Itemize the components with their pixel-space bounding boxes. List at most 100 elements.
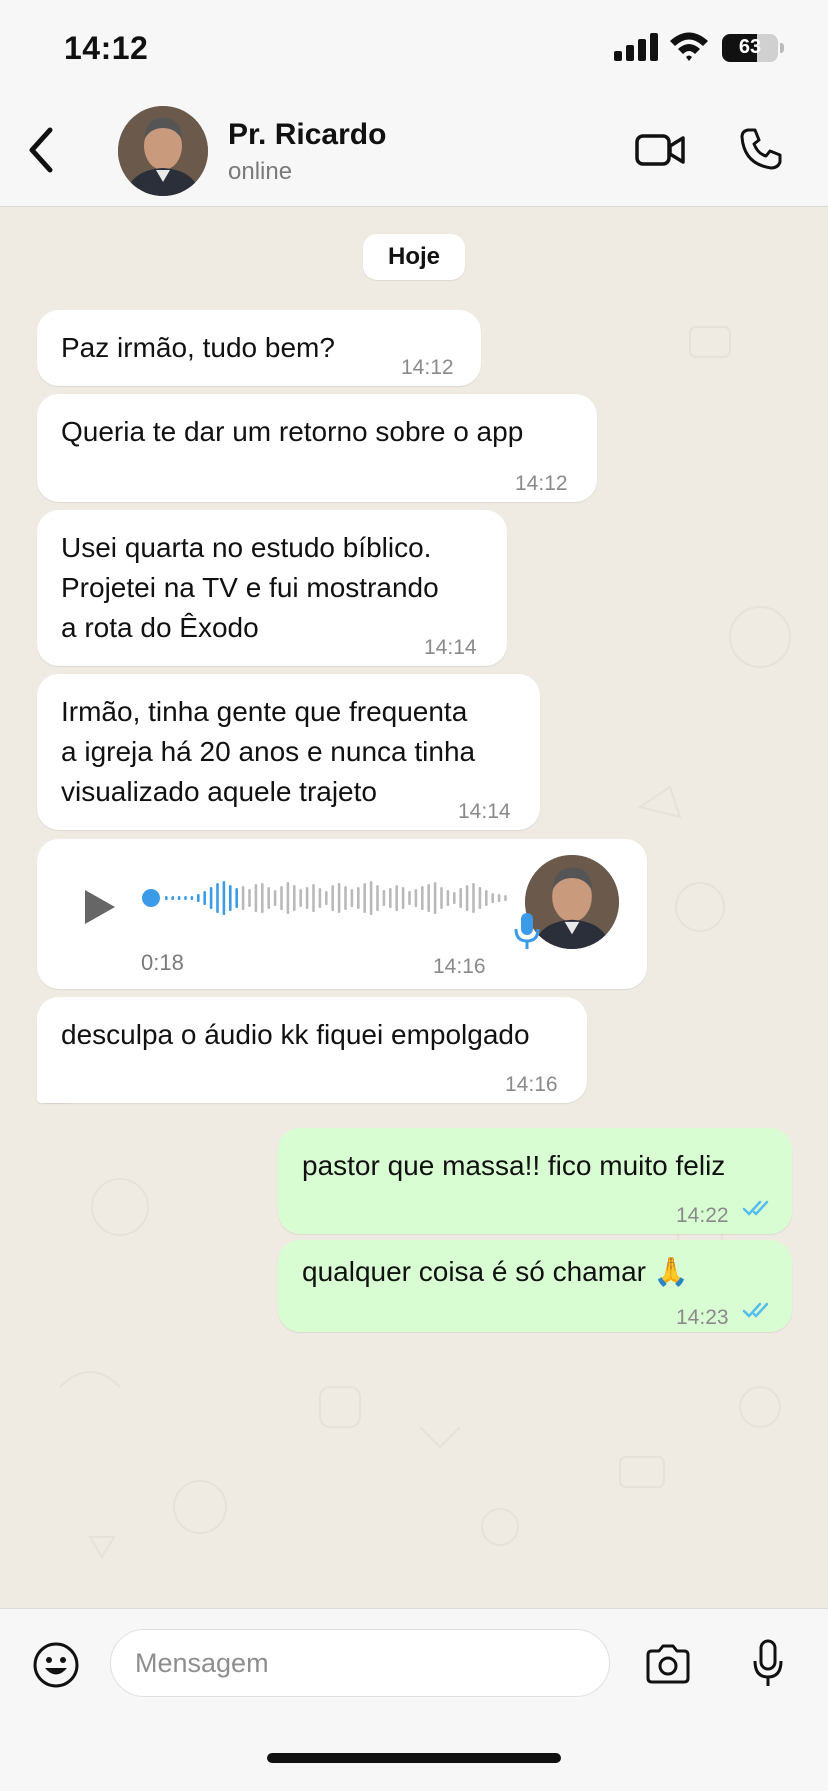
message-text: qualquer coisa é só chamar 🙏: [302, 1256, 689, 1287]
day-separator: Hoje: [363, 234, 465, 280]
waveform-bar: [184, 896, 187, 900]
waveform-bar: [350, 889, 354, 907]
waveform-bar: [389, 888, 392, 908]
message-bubble-outgoing[interactable]: pastor que massa!! fico muito feliz 14:2…: [278, 1128, 792, 1234]
waveform-bar: [241, 886, 245, 910]
waveform-bar: [453, 892, 456, 904]
waveform-bar: [318, 888, 322, 908]
waveform-bar: [485, 890, 488, 906]
message-text: Irmão, tinha gente que frequenta a igrej…: [61, 696, 476, 807]
waveform-bar: [299, 889, 302, 907]
waveform-bar: [382, 890, 386, 906]
contact-avatar[interactable]: [118, 106, 208, 196]
status-bar: 14:12 63: [0, 0, 828, 96]
signal-icon: [614, 33, 658, 61]
message-time: 14:22: [676, 1204, 729, 1227]
back-chevron-icon[interactable]: [22, 122, 62, 178]
waveform-bar: [280, 886, 283, 910]
message-time: 14:23: [676, 1306, 729, 1329]
message-time: 14:16: [505, 1073, 558, 1096]
emoji-icon[interactable]: [32, 1641, 80, 1689]
waveform-bar: [197, 894, 200, 902]
waveform-bar: [504, 895, 507, 901]
chat-header: Pr. Ricardo online: [0, 96, 828, 207]
audio-waveform[interactable]: [141, 873, 521, 923]
message-text: Queria te dar um retorno sobre o app: [61, 416, 524, 447]
message-bubble-incoming[interactable]: Queria te dar um retorno sobre o app 14:…: [37, 394, 597, 502]
waveform-bar: [286, 882, 290, 914]
message-bubble-outgoing[interactable]: qualquer coisa é só chamar 🙏 14:23: [278, 1240, 792, 1332]
waveform-bar: [171, 896, 174, 900]
message-bubble-incoming[interactable]: Usei quarta no estudo bíblico. Projetei …: [37, 510, 507, 666]
contact-name[interactable]: Pr. Ricardo: [228, 118, 386, 152]
home-indicator: [267, 1753, 561, 1763]
audio-message-bubble[interactable]: 0:18 14:16: [37, 839, 647, 989]
waveform-bar: [267, 887, 270, 909]
avatar-portrait: [118, 106, 208, 196]
waveform-bar: [229, 885, 232, 911]
waveform-bar: [337, 883, 341, 913]
chat-area[interactable]: Hoje Paz irmão, tudo bem? 14:12 Queria t…: [0, 207, 828, 1607]
waveform-bar: [165, 896, 168, 900]
video-call-icon[interactable]: [634, 130, 686, 170]
waveform-bar: [421, 886, 424, 910]
waveform-bar: [395, 885, 398, 911]
waveform-bar: [357, 887, 360, 909]
message-time: 14:16: [433, 955, 486, 978]
battery-percent: 63: [738, 36, 762, 58]
waveform-bar: [331, 885, 334, 911]
message-time: 14:12: [515, 472, 568, 495]
waveform-bar: [427, 884, 430, 912]
message-text: Paz irmão, tudo bem?: [61, 332, 335, 363]
microphone-icon[interactable]: [752, 1639, 784, 1689]
camera-icon[interactable]: [644, 1643, 692, 1685]
message-bubble-incoming[interactable]: Paz irmão, tudo bem? 14:12: [37, 310, 481, 386]
play-icon[interactable]: [81, 887, 117, 927]
audio-duration: 0:18: [141, 950, 184, 975]
audio-progress-dot[interactable]: [142, 889, 160, 907]
waveform-bar: [209, 887, 213, 909]
waveform-bar: [465, 885, 469, 911]
read-ticks-icon: [742, 1302, 769, 1318]
waveform-bar: [363, 883, 366, 913]
waveform-bar: [305, 887, 309, 909]
message-bubble-incoming[interactable]: Irmão, tinha gente que frequenta a igrej…: [37, 674, 540, 830]
waveform-bar: [293, 885, 296, 911]
waveform-bar: [376, 885, 379, 911]
message-input[interactable]: [110, 1629, 610, 1697]
waveform-bar: [177, 896, 181, 900]
waveform-bar: [325, 891, 328, 905]
message-time: 14:12: [401, 356, 454, 379]
waveform-bar: [222, 881, 226, 915]
waveform-bar: [190, 896, 194, 900]
waveform-bar: [312, 884, 315, 912]
waveform-bar: [446, 890, 450, 906]
battery-nub: [780, 43, 784, 53]
message-time: 14:14: [424, 636, 477, 659]
waveform-bar: [235, 888, 238, 908]
waveform-bar: [491, 893, 494, 903]
waveform-bar: [459, 888, 462, 908]
waveform-bar: [414, 889, 418, 907]
waveform-bar: [254, 884, 258, 912]
message-time: 14:14: [458, 800, 511, 823]
microphone-icon: [514, 913, 540, 949]
waveform-bar: [497, 894, 501, 902]
waveform-bar: [440, 887, 443, 909]
message-text: Usei quarta no estudo bíblico. Projetei …: [61, 532, 439, 643]
waveform-bar: [401, 887, 405, 909]
waveform-bar: [433, 882, 437, 914]
waveform-bar: [216, 883, 219, 913]
message-bubble-incoming[interactable]: desculpa o áudio kk fiquei empolgado 14:…: [37, 997, 587, 1103]
status-time: 14:12: [64, 30, 149, 66]
waveform-bar: [369, 881, 373, 915]
read-ticks-icon: [742, 1200, 769, 1216]
waveform-bar: [408, 891, 411, 905]
phone-call-icon[interactable]: [738, 126, 784, 172]
waveform-bar: [344, 886, 347, 910]
waveform-bar: [273, 890, 277, 906]
message-text: desculpa o áudio kk fiquei empolgado: [61, 1019, 530, 1050]
waveform-bar: [472, 883, 475, 913]
waveform-bar: [478, 887, 482, 909]
battery-icon: 63: [722, 34, 778, 62]
